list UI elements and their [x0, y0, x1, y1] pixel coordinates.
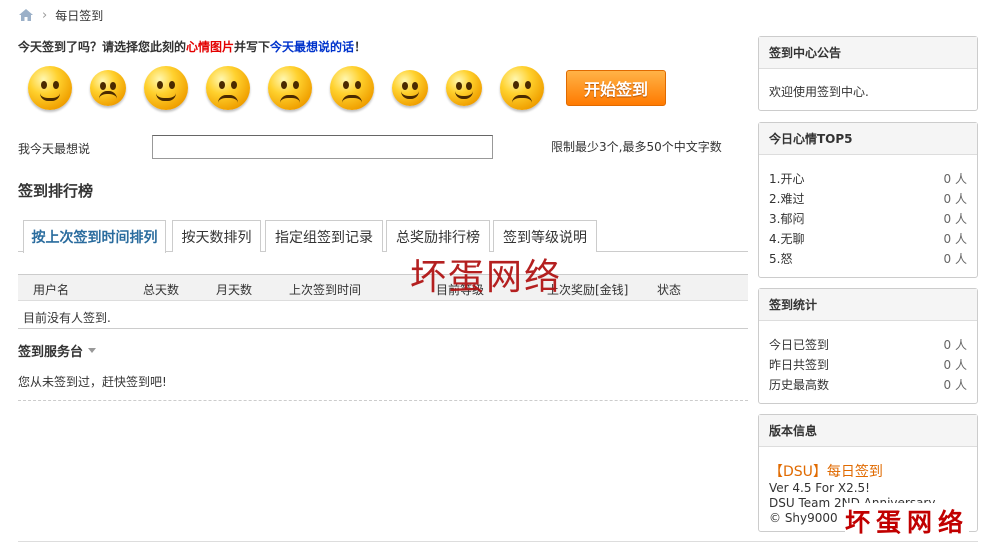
item-value: 0 人 [943, 171, 967, 186]
list-item: 4.无聊 0 人 [769, 228, 967, 248]
mood-happy-icon[interactable] [28, 66, 72, 110]
service-text: 您从未签到过，赶快签到吧! [18, 375, 167, 389]
breadcrumb-current: 每日签到 [55, 8, 104, 23]
caret-down-icon [88, 348, 97, 353]
list-item: 1.开心 0 人 [769, 168, 967, 188]
tab-group-records[interactable]: 指定组签到记录 [265, 220, 383, 252]
stats-title: 签到统计 [759, 289, 977, 321]
ranking-empty: 目前没有人签到. [23, 311, 111, 325]
item-label: 4.无聊 [769, 231, 805, 246]
start-checkin-button[interactable]: 开始签到 [566, 70, 666, 106]
col-total-days: 总天数 [143, 283, 180, 297]
divider [18, 328, 748, 329]
list-item: 3.郁闷 0 人 [769, 208, 967, 228]
service-title-text: 签到服务台 [18, 345, 84, 360]
notice-title: 签到中心公告 [759, 37, 977, 69]
mood-bored-icon[interactable] [206, 66, 250, 110]
item-value: 0 人 [943, 357, 967, 372]
prompt-text: ！ [354, 40, 367, 54]
service-title[interactable]: 签到服务台 [18, 341, 97, 360]
col-username: 用户名 [33, 283, 70, 297]
item-label: 昨日共签到 [769, 357, 830, 372]
ranking-title: 签到排行榜 [18, 182, 94, 200]
version-line: Ver 4.5 For X2.5! [769, 481, 870, 495]
version-title: 版本信息 [759, 415, 977, 447]
item-label: 1.开心 [769, 171, 805, 186]
item-label: 2.难过 [769, 191, 805, 206]
mood-angry-icon[interactable] [268, 66, 312, 110]
say-hint: 限制最少3个,最多50个中文字数 [551, 140, 722, 154]
footer-divider [18, 541, 978, 542]
item-label: 3.郁闷 [769, 211, 805, 226]
item-value: 0 人 [943, 211, 967, 226]
home-icon[interactable] [18, 8, 34, 22]
item-label: 历史最高数 [769, 377, 830, 392]
list-item: 5.怒 0 人 [769, 248, 967, 268]
notice-text: 欢迎使用签到中心. [769, 85, 869, 99]
mood-shy-icon[interactable] [446, 70, 482, 106]
stats-list: 今日已签到 0 人 昨日共签到 0 人 历史最高数 0 人 [759, 321, 977, 402]
mood-cry-icon[interactable] [500, 66, 544, 110]
item-label: 5.怒 [769, 251, 793, 266]
prompt-highlight-red: 心情图片 [186, 40, 235, 54]
mood-sleepy-icon[interactable] [392, 70, 428, 106]
prompt-text: 今天签到了吗？请选择您此刻的 [18, 40, 187, 54]
mood-sweat-icon[interactable] [330, 66, 374, 110]
tab-by-days[interactable]: 按天数排列 [172, 220, 261, 252]
col-status: 状态 [657, 283, 682, 297]
mood-top-list: 1.开心 0 人 2.难过 0 人 3.郁闷 0 人 4.无聊 0 人 5.怒 0 人 [759, 155, 977, 276]
mood-top-title: 今日心情TOP5 [759, 123, 977, 155]
list-item: 今日已签到 0 人 [769, 334, 967, 354]
chevron-right-icon: › [42, 7, 48, 23]
mood-depressed-icon[interactable] [144, 66, 188, 110]
item-value: 0 人 [943, 231, 967, 246]
prompt-text: 并写下 [234, 40, 271, 54]
say-label: 我今天最想说 [18, 142, 91, 156]
mood-picker: 开始签到 [28, 66, 666, 110]
col-last-time: 上次签到时间 [289, 283, 362, 297]
stats-panel: 签到统计 今日已签到 0 人 昨日共签到 0 人 历史最高数 0 人 [758, 288, 978, 404]
ranking-table-header: 用户名 总天数 月天数 上次签到时间 目前等级 上次奖励[金钱] 状态 [18, 274, 748, 301]
version-name: 【DSU】每日签到 [769, 464, 883, 480]
item-value: 0 人 [943, 377, 967, 392]
breadcrumb: › 每日签到 [18, 6, 103, 24]
list-item: 历史最高数 0 人 [769, 374, 967, 394]
watermark: 坏蛋网络 [410, 257, 563, 298]
item-value: 0 人 [943, 337, 967, 352]
notice-panel: 签到中心公告 欢迎使用签到中心. [758, 36, 978, 111]
mood-sad-icon[interactable] [90, 70, 126, 106]
item-value: 0 人 [943, 191, 967, 206]
mood-top-panel: 今日心情TOP5 1.开心 0 人 2.难过 0 人 3.郁闷 0 人 4.无聊 0 人… [758, 122, 978, 278]
divider [18, 400, 748, 401]
watermark-corner: 坏蛋网络 [845, 503, 970, 539]
item-value: 0 人 [943, 251, 967, 266]
ranking-tabs: 按上次签到时间排列 按天数排列 指定组签到记录 总奖励排行榜 签到等级说明 [18, 220, 748, 253]
tab-by-last-checkin[interactable]: 按上次签到时间排列 [23, 220, 166, 253]
list-item: 2.难过 0 人 [769, 188, 967, 208]
checkin-prompt: 今天签到了吗？请选择您此刻的心情图片并写下今天最想说的话！ [18, 38, 366, 55]
list-item: 昨日共签到 0 人 [769, 354, 967, 374]
prompt-highlight-blue: 今天最想说的话 [270, 40, 355, 54]
col-month-days: 月天数 [216, 283, 253, 297]
item-label: 今日已签到 [769, 337, 830, 352]
say-input[interactable] [152, 135, 493, 159]
